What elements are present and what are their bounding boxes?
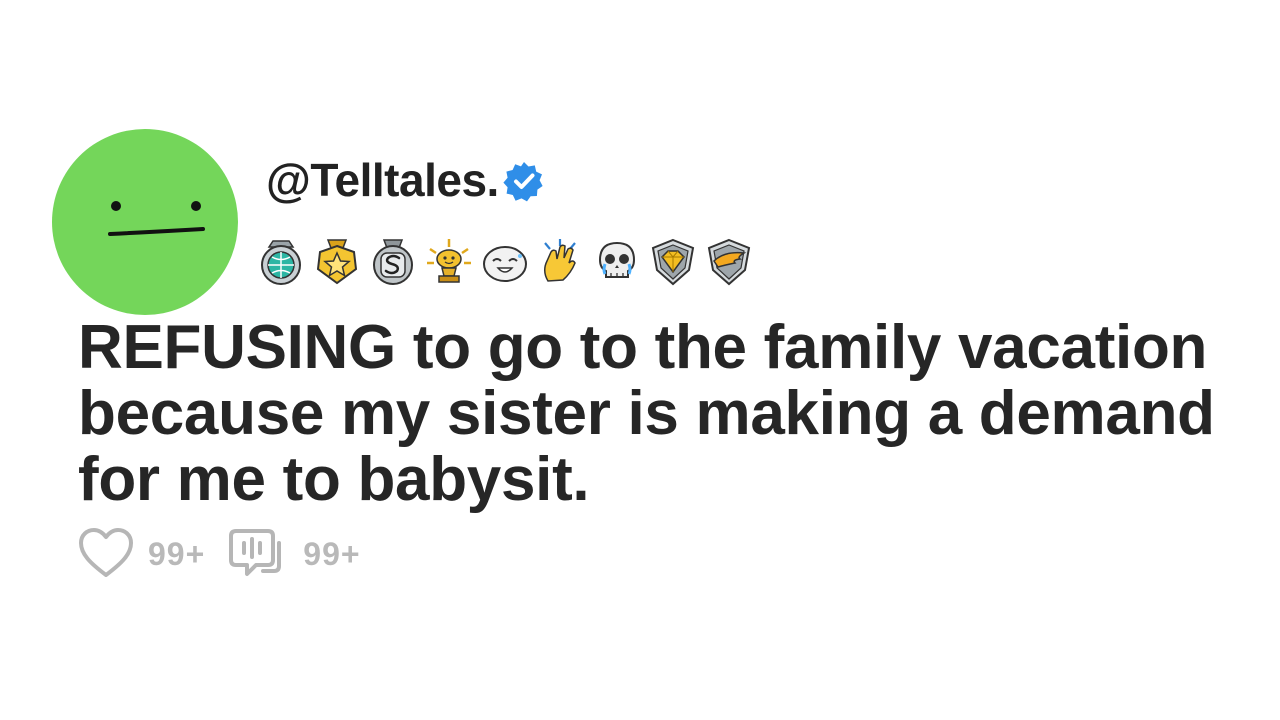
post-stats: 99+ 99+ [78,526,383,582]
gold-wing-shield-icon[interactable] [704,237,754,287]
like-count: 99+ [148,535,206,572]
post-card: @Telltales. REFUSING to go to the family… [0,0,1280,720]
silver-s-medal-icon[interactable] [368,237,418,287]
username-row: @Telltales. [266,150,545,210]
clapping-hands-icon[interactable] [536,237,586,287]
gold-star-medal-icon[interactable] [312,237,362,287]
gold-reddit-alien-trophy-icon[interactable] [424,237,474,287]
comment-icon[interactable] [227,526,289,582]
heart-icon[interactable] [78,527,134,581]
verified-badge-icon [503,160,545,202]
username[interactable]: @Telltales. [266,153,499,207]
globe-medal-icon[interactable] [256,237,306,287]
gold-gem-shield-icon[interactable] [648,237,698,287]
avatar[interactable] [52,129,238,315]
post-title[interactable]: REFUSING to go to the family vacation be… [78,315,1258,513]
crying-skull-icon[interactable] [592,237,642,287]
neutral-face-icon [108,201,205,236]
laughing-face-icon[interactable] [480,237,530,287]
award-badges [256,236,754,288]
comment-count: 99+ [303,535,361,572]
